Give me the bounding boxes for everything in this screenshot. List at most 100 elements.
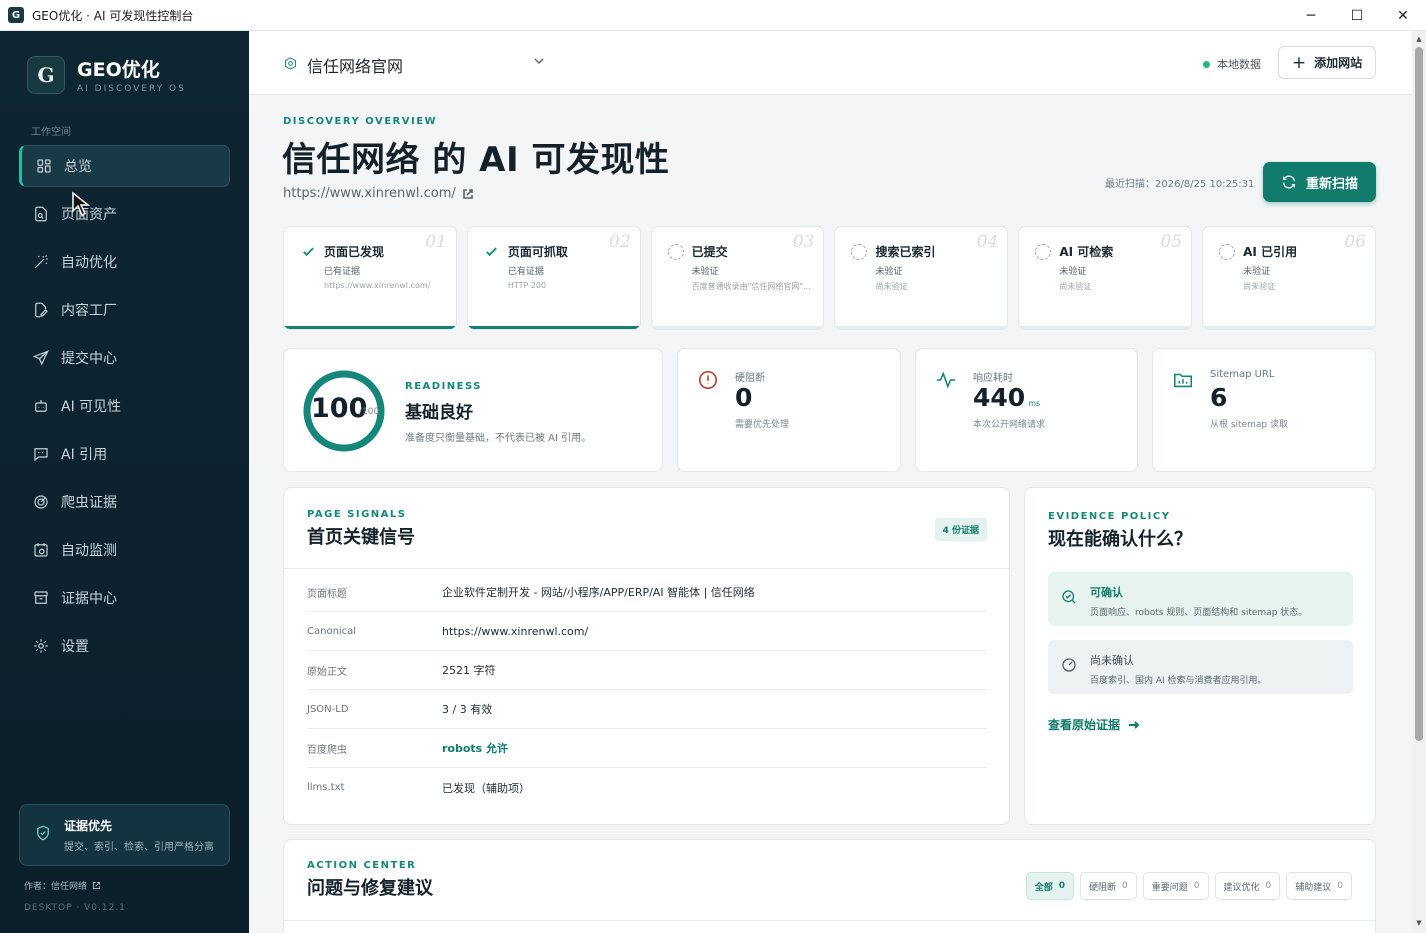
stage-card-indexed[interactable]: 04 搜索已索引 未验证 尚未验证 <box>834 226 1009 330</box>
action-title: 问题与修复建议 <box>307 878 433 899</box>
scroll-up-icon[interactable]: ▲ <box>1415 35 1423 43</box>
scrollbar-thumb[interactable] <box>1415 47 1423 741</box>
main-content: 信任网络官网 本地数据 + 添加网站 DISCOVERY OVERVIEW 信任… <box>249 31 1412 933</box>
sidebar-item-auto-monitor[interactable]: 自动监测 <box>19 529 230 571</box>
stage-card-ai-cited[interactable]: 06 AI 已引用 未验证 尚未验证 <box>1202 226 1376 330</box>
stage-card-discovered[interactable]: 01 页面已发现 已有证据 https://www.xinrenwl.com/ <box>283 226 457 330</box>
stage-card-submitted[interactable]: 03 已提交 未验证 百度普通收录由"信任网络官网"... <box>650 226 825 330</box>
view-raw-evidence-link[interactable]: 查看原始证据 <box>1048 716 1140 733</box>
author-label: 作者：信任网络 <box>24 882 88 892</box>
action-overline: ACTION CENTER <box>307 860 417 871</box>
external-link-icon <box>93 882 100 889</box>
sidebar-item-content-factory[interactable]: 内容工厂 <box>19 289 230 331</box>
metric-desc: 从根 sitemap 读取 <box>1210 420 1288 430</box>
metric-unit: ms <box>1028 399 1041 408</box>
workspace-label: 工作空间 <box>31 127 71 138</box>
sidebar-item-label: 内容工厂 <box>61 303 117 319</box>
signal-value: https://www.xinrenwl.com/ <box>442 624 589 638</box>
action-center-card: ACTION CENTER 问题与修复建议 全部 0 硬阻断 0 重要问题 0 建议优… <box>283 839 1376 933</box>
arrow-right-icon <box>1129 720 1140 729</box>
edit-document-icon <box>31 300 51 320</box>
table-row: 百度爬虫 robots 允许 <box>307 729 987 768</box>
site-url: https://www.xinrenwl.com/ <box>283 186 456 201</box>
filter-all[interactable]: 全部 0 <box>1025 872 1074 900</box>
sidebar-item-label: 设置 <box>61 639 89 655</box>
stage-detail: 尚未验证 <box>1059 282 1092 291</box>
site-url-link[interactable]: https://www.xinrenwl.com/ <box>283 186 474 201</box>
globe-icon <box>283 56 298 75</box>
sitemap-value: 6 <box>1210 383 1228 412</box>
chevron-down-icon <box>534 58 544 65</box>
sidebar-item-submit-center[interactable]: 提交中心 <box>19 337 230 379</box>
brand-subtitle: AI DISCOVERY OS <box>77 84 186 94</box>
stage-title: 已提交 <box>691 245 728 259</box>
signal-value: 3 / 3 有效 <box>442 703 493 716</box>
sidebar-item-settings[interactable]: 设置 <box>19 625 230 667</box>
sidebar-item-label: 爬虫证据 <box>61 495 117 511</box>
stage-title: AI 已引用 <box>1243 245 1298 259</box>
stage-progress-bar <box>1203 326 1375 329</box>
stage-title: 页面可抓取 <box>507 245 568 259</box>
stage-detail: 尚未验证 <box>1243 282 1276 291</box>
response-metric-card: 响应耗时 440 ms 本次公开网络请求 <box>915 348 1138 472</box>
sidebar-item-auto-optimize[interactable]: 自动优化 <box>19 241 230 283</box>
confirmed-box: 可确认 页面响应、robots 规则、页面结构和 sitemap 状态。 <box>1048 572 1353 626</box>
page-signals-card: PAGE SIGNALS 首页关键信号 4 份证据 页面标题 企业软件定制开发 -… <box>283 487 1010 825</box>
stage-card-crawlable[interactable]: 02 页面可抓取 已有证据 HTTP 200 <box>466 226 641 330</box>
vertical-scrollbar[interactable]: ▲ ▼ <box>1412 31 1426 933</box>
stage-progress-bar <box>651 326 824 329</box>
page-title: 信任网络 的 AI 可发现性 <box>282 140 670 180</box>
metric-desc: 本次公开网络请求 <box>973 420 1046 430</box>
metric-label: 响应耗时 <box>973 373 1013 384</box>
stage-progress-bar <box>284 326 456 329</box>
author-link[interactable]: 作者：信任网络 <box>24 879 101 892</box>
stage-number: 04 <box>976 232 999 252</box>
table-row: llms.txt 已发现（辅助项） <box>307 768 987 807</box>
sidebar-item-crawler-evidence[interactable]: 爬虫证据 <box>19 481 230 523</box>
radar-icon <box>31 492 51 512</box>
site-name: 信任网络官网 <box>307 57 404 76</box>
stage-status: 未验证 <box>1059 267 1087 277</box>
minimize-button[interactable]: ─ <box>1288 0 1334 31</box>
filter-count: 0 <box>1122 881 1128 891</box>
metric-label: Sitemap URL <box>1210 369 1275 380</box>
filter-auxiliary[interactable]: 辅助建议 0 <box>1286 872 1352 900</box>
scroll-down-icon[interactable]: ▼ <box>1415 919 1423 927</box>
unconfirmed-title: 尚未确认 <box>1090 654 1134 667</box>
brand[interactable]: G GEO优化 AI DISCOVERY OS <box>27 55 186 94</box>
sidebar-item-page-assets[interactable]: 页面资产 <box>19 193 230 235</box>
filter-label: 建议优化 <box>1223 882 1260 893</box>
refresh-icon <box>1283 175 1295 189</box>
stage-card-ai-retrievable[interactable]: 05 AI 可检索 未验证 尚未验证 <box>1018 226 1193 330</box>
site-selector[interactable]: 信任网络官网 <box>283 53 544 77</box>
metric-value: 6 <box>1210 383 1227 412</box>
plus-icon: + <box>1291 52 1307 73</box>
maximize-button[interactable]: ☐ <box>1334 0 1380 31</box>
filter-count: 0 <box>1058 881 1065 891</box>
alert-circle-icon <box>697 369 719 391</box>
filter-suggested[interactable]: 建议优化 0 <box>1214 872 1281 900</box>
add-site-button[interactable]: + 添加网站 <box>1278 46 1376 79</box>
filter-label: 硬阻断 <box>1089 882 1117 893</box>
bot-icon <box>31 396 51 416</box>
table-row: 原始正文 2521 字符 <box>307 651 987 690</box>
table-row: 页面标题 企业软件定制开发 - 网站/小程序/APP/ERP/AI 智能体 | 信… <box>307 573 987 612</box>
filter-blocking[interactable]: 硬阻断 0 <box>1080 872 1137 900</box>
shield-check-icon <box>34 824 52 846</box>
filter-important[interactable]: 重要问题 0 <box>1142 872 1209 900</box>
sidebar-item-evidence-center[interactable]: 证据中心 <box>19 577 230 619</box>
evidence-first-card: 证据优先 提交、索引、检索、引用严格分离 <box>19 804 230 866</box>
divider <box>284 920 1375 921</box>
add-site-label: 添加网站 <box>1314 56 1363 70</box>
signals-overline: PAGE SIGNALS <box>307 509 407 520</box>
sidebar-item-ai-citations[interactable]: AI 引用 <box>19 433 230 475</box>
stage-number: 05 <box>1160 232 1183 252</box>
rescan-button[interactable]: 重新扫描 <box>1263 162 1376 202</box>
signal-value: 2521 字符 <box>442 664 496 677</box>
blocking-metric-card: 硬阻断 0 需要优先处理 <box>677 348 901 472</box>
sidebar-item-ai-visibility[interactable]: AI 可见性 <box>19 385 230 427</box>
sidebar-item-overview[interactable]: 总览 <box>19 145 230 187</box>
close-button[interactable]: ✕ <box>1380 0 1426 31</box>
signal-key: 原始正文 <box>307 666 347 678</box>
filter-count: 0 <box>1265 881 1272 891</box>
